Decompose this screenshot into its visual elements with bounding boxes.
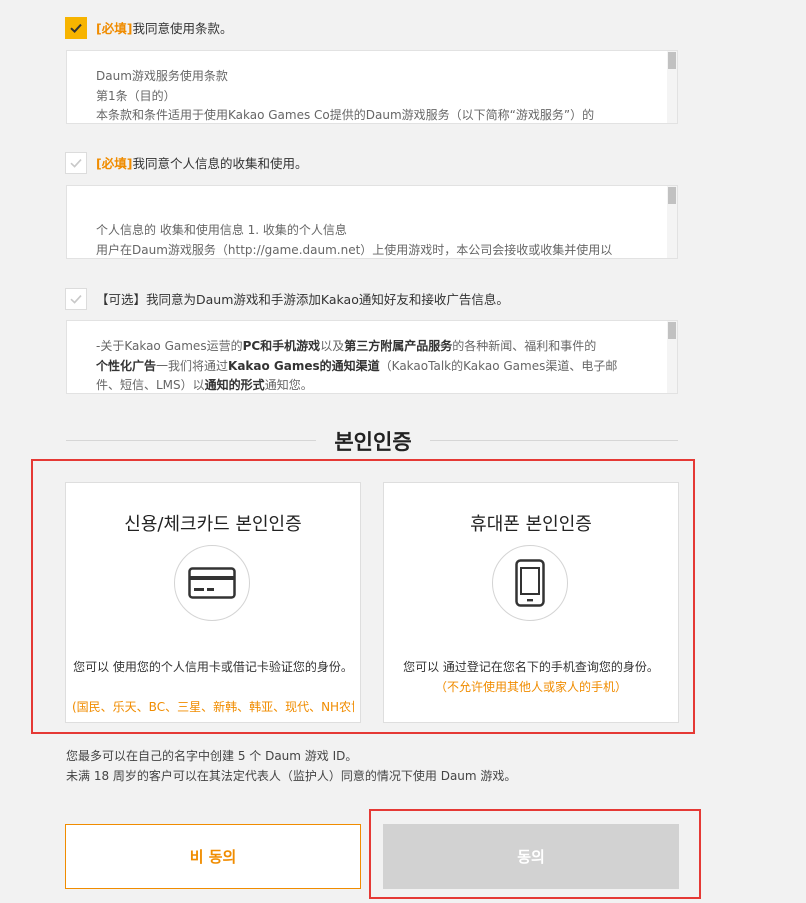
- privacy-line: 个人信息的 收集和使用信息 1. 收集的个人信息: [96, 223, 347, 237]
- privacy-consent-text: 我同意个人信息的收集和使用。: [132, 156, 308, 171]
- privacy-consent-label[interactable]: [必填]我同意个人信息的收集和使用。: [96, 156, 307, 172]
- marketing-consent-label[interactable]: 【可选】我同意为Daum游戏和手游添加Kakao通知好友和接收广告信息。: [96, 292, 509, 308]
- terms-consent-text: 我同意使用条款。: [132, 21, 233, 36]
- agree-button[interactable]: 동의: [383, 824, 679, 889]
- terms-line: 第1条（目的）: [96, 88, 176, 103]
- card-auth-note: (国民、乐天、BC、三星、新韩、韩亚、现代、NH农协): [72, 700, 354, 714]
- phone-auth-description: 您可以 通过登记在您名下的手机查询您的身份。: [403, 660, 659, 674]
- checkmark-icon: [70, 295, 82, 304]
- info-line: 未满 18 周岁的客户可以在其法定代表人（监护人）同意的情况下使用 Daum 游…: [66, 769, 517, 783]
- privacy-line: 用户在Daum游戏服务（http://game.daum.net）上使用游戏时，…: [96, 242, 613, 257]
- marketing-line: -关于Kakao Games运营的PC和手机游戏以及第三方附属产品服务的各种新闻…: [96, 339, 597, 353]
- section-divider-left: [66, 440, 316, 441]
- info-line: 您最多可以在自己的名字中创建 5 个 Daum 游戏 ID。: [66, 749, 358, 763]
- card-icon-circle: [174, 545, 250, 621]
- card-auth-option[interactable]: 신용/체크카드 본인인증 您可以 使用您的个人信用卡或借记卡验证您的身份。 (国…: [65, 482, 361, 723]
- phone-auth-option[interactable]: 휴대폰 본인인증 您可以 通过登记在您名下的手机查询您的身份。 （不允许使用其他…: [383, 482, 679, 723]
- disagree-button[interactable]: 비 동의: [65, 824, 361, 889]
- terms-of-use-box[interactable]: Daum游戏服务使用条款 第1条（目的） 本条款和条件适用于使用Kakao Ga…: [66, 50, 678, 124]
- privacy-policy-box[interactable]: 个人信息的 收集和使用信息 1. 收集的个人信息 用户在Daum游戏服务（htt…: [66, 185, 678, 259]
- phone-auth-note: （不允许使用其他人或家人的手机）: [434, 680, 627, 694]
- terms-scrollbar[interactable]: [667, 51, 677, 123]
- checkmark-icon: [70, 159, 82, 168]
- checkmark-icon: [70, 23, 82, 34]
- marketing-line: 个性化广告一我们将通过Kakao Games的通知渠道（KakaoTalk的Ka…: [96, 358, 618, 373]
- marketing-info-box[interactable]: -关于Kakao Games运营的PC和手机游戏以及第三方附属产品服务的各种新闻…: [66, 320, 678, 394]
- account-info: 您最多可以在自己的名字中创建 5 个 Daum 游戏 ID。 未满 18 周岁的…: [66, 746, 516, 786]
- terms-consent-label[interactable]: [必填]我同意使用条款。: [96, 21, 232, 37]
- phone-icon-circle: [492, 545, 568, 621]
- phone-auth-title: 휴대폰 본인인증: [470, 514, 592, 535]
- privacy-scrollbar[interactable]: [667, 186, 677, 258]
- privacy-checkbox[interactable]: [65, 152, 87, 174]
- section-title: 본인인증: [334, 430, 412, 454]
- required-tag: [必填]: [96, 156, 133, 171]
- credit-card-icon: [188, 567, 236, 599]
- required-tag: [必填]: [96, 21, 133, 36]
- marketing-scrollbar[interactable]: [667, 321, 677, 393]
- card-auth-description: 您可以 使用您的个人信用卡或借记卡验证您的身份。: [73, 660, 353, 674]
- section-divider-right: [430, 440, 678, 441]
- marketing-checkbox[interactable]: [65, 288, 87, 310]
- marketing-line: 件、短信、LMS）以通知的形式通知您。: [96, 378, 313, 392]
- card-auth-title: 신용/체크카드 본인인증: [124, 514, 302, 535]
- terms-checkbox[interactable]: [65, 17, 87, 39]
- terms-line: 本条款和条件适用于使用Kakao Games Co提供的Daum游戏服务（以下简…: [96, 108, 595, 122]
- terms-line: Daum游戏服务使用条款: [96, 69, 228, 83]
- mobile-phone-icon: [515, 559, 545, 607]
